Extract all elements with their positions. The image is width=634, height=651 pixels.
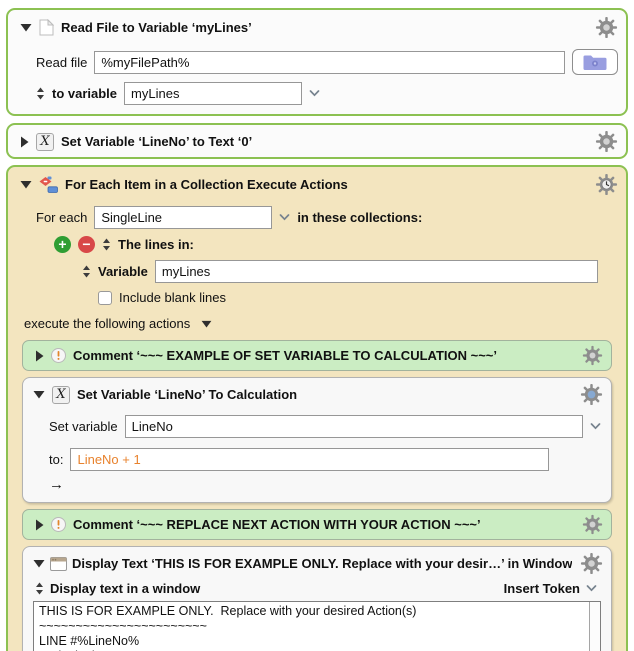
remove-collection-button[interactable]	[78, 236, 95, 253]
action-for-each[interactable]: For Each Item in a Collection Execute Ac…	[6, 165, 628, 651]
gear-icon	[595, 130, 618, 153]
gear-icon	[580, 552, 603, 575]
disclosure-triangle[interactable]	[33, 390, 45, 399]
display-text-content[interactable]: THIS IS FOR EXAMPLE ONLY. Replace with y…	[34, 602, 589, 651]
action-read-file[interactable]: Read File to Variable ‘myLines’ Read fil…	[6, 8, 628, 116]
disclosure-triangle[interactable]	[35, 350, 44, 362]
action-comment-replace[interactable]: Comment ‘~~~ REPLACE NEXT ACTION WITH YO…	[22, 509, 612, 540]
document-icon	[39, 19, 54, 36]
triangle-right-icon	[35, 519, 44, 531]
variable-name-input[interactable]	[125, 415, 583, 438]
add-collection-button[interactable]	[54, 236, 71, 253]
triangle-right-icon	[20, 136, 29, 148]
chevron-down-icon[interactable]	[586, 585, 597, 592]
gear-button[interactable]	[595, 130, 618, 153]
disclosure-triangle[interactable]	[35, 519, 44, 531]
gear-button[interactable]	[582, 514, 603, 535]
action-title: Display Text ‘THIS IS FOR EXAMPLE ONLY. …	[72, 556, 572, 571]
collection-type-label: The lines in:	[118, 237, 194, 252]
triangle-down-icon	[20, 23, 32, 32]
popup-updown-icon[interactable]	[36, 87, 45, 100]
exclamation-icon	[51, 348, 66, 363]
set-variable-label: Set variable	[49, 419, 118, 434]
variable-label: Variable	[98, 264, 148, 279]
action-set-variable-to-text[interactable]: Set Variable ‘LineNo’ to Text ‘0’	[6, 123, 628, 159]
display-text-field[interactable]: THIS IS FOR EXAMPLE ONLY. Replace with y…	[33, 601, 601, 651]
action-header: Read File to Variable ‘myLines’	[8, 10, 626, 42]
gear-button[interactable]	[595, 173, 618, 196]
include-blank-lines-checkbox[interactable]	[98, 291, 112, 305]
action-title: Set Variable ‘LineNo’ To Calculation	[77, 387, 297, 402]
disclosure-triangle[interactable]	[33, 559, 45, 568]
popup-updown-icon[interactable]	[35, 582, 44, 595]
gear-button[interactable]	[582, 345, 603, 366]
gear-clock-icon	[595, 173, 618, 196]
window-icon	[50, 557, 67, 571]
action-title: Comment ‘~~~ REPLACE NEXT ACTION WITH YO…	[73, 517, 481, 532]
triangle-right-icon	[35, 350, 44, 362]
flowchart-icon	[39, 176, 58, 193]
popup-updown-icon[interactable]	[102, 238, 111, 251]
gear-button[interactable]	[580, 552, 603, 575]
calculation-input[interactable]	[70, 448, 549, 471]
triangle-down-icon[interactable]	[201, 320, 212, 328]
collection-variable-input[interactable]	[155, 260, 598, 283]
action-comment-example[interactable]: Comment ‘~~~ EXAMPLE OF SET VARIABLE TO …	[22, 340, 612, 371]
action-title: Set Variable ‘LineNo’ to Text ‘0’	[61, 134, 252, 149]
to-label: to:	[49, 452, 63, 467]
disclosure-triangle[interactable]	[20, 136, 29, 148]
triangle-down-icon	[33, 390, 45, 399]
gear-icon	[595, 16, 618, 39]
read-file-label: Read file	[36, 55, 87, 70]
execute-actions-label: execute the following actions	[24, 316, 190, 331]
item-variable-input[interactable]	[94, 206, 272, 229]
insert-token-button[interactable]: Insert Token	[504, 581, 580, 596]
textarea-scrollbar[interactable]	[589, 602, 600, 651]
variable-x-icon	[52, 386, 70, 404]
variable-x-icon	[36, 133, 54, 151]
disclosure-triangle[interactable]	[20, 180, 32, 189]
disclosure-triangle[interactable]	[20, 23, 32, 32]
chevron-down-icon[interactable]	[279, 214, 290, 221]
to-variable-input[interactable]	[124, 82, 302, 105]
action-title: For Each Item in a Collection Execute Ac…	[65, 177, 348, 192]
display-mode-label: Display text in a window	[50, 581, 200, 596]
for-each-label: For each	[36, 210, 87, 225]
action-title: Comment ‘~~~ EXAMPLE OF SET VARIABLE TO …	[73, 348, 497, 363]
gear-button[interactable]	[595, 16, 618, 39]
action-set-variable-to-calculation[interactable]: Set Variable ‘LineNo’ To Calculation Set…	[22, 377, 612, 503]
gear-button[interactable]	[580, 383, 603, 406]
file-path-input[interactable]	[94, 51, 565, 74]
result-arrow: →	[23, 476, 611, 493]
to-variable-label: to variable	[52, 86, 117, 101]
choose-file-button[interactable]	[572, 49, 618, 75]
gear-icon	[582, 514, 603, 535]
exclamation-icon	[51, 517, 66, 532]
gear-icon	[582, 345, 603, 366]
triangle-down-icon	[33, 559, 45, 568]
include-blank-lines-label: Include blank lines	[119, 290, 226, 305]
in-collections-label: in these collections:	[297, 210, 422, 225]
triangle-down-icon	[20, 180, 32, 189]
gear-blue-icon	[580, 383, 603, 406]
chevron-down-icon[interactable]	[309, 90, 320, 97]
chevron-down-icon[interactable]	[590, 423, 601, 430]
folder-icon	[582, 53, 608, 71]
action-display-text[interactable]: Display Text ‘THIS IS FOR EXAMPLE ONLY. …	[22, 546, 612, 651]
action-title: Read File to Variable ‘myLines’	[61, 20, 252, 35]
popup-updown-icon[interactable]	[82, 265, 91, 278]
